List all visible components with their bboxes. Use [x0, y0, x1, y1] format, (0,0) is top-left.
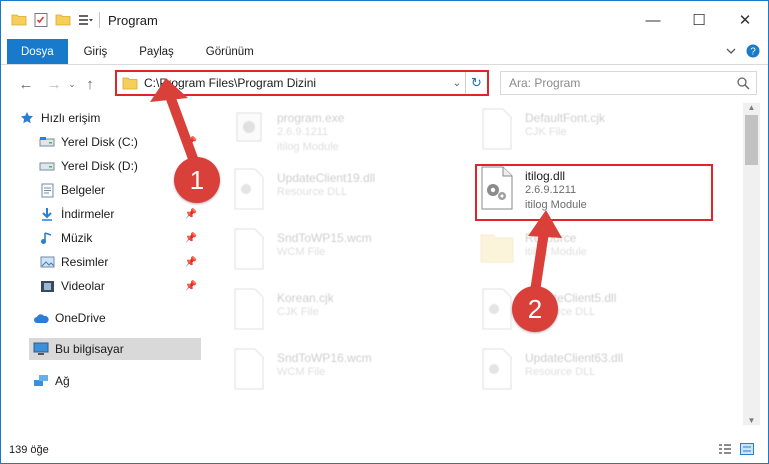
annotation-arrows — [150, 78, 562, 303]
arrow-one-head — [150, 78, 188, 102]
callout-step-1: 1 — [174, 157, 220, 203]
callout-step-2: 2 — [512, 286, 558, 332]
arrow-two-head — [528, 210, 562, 238]
